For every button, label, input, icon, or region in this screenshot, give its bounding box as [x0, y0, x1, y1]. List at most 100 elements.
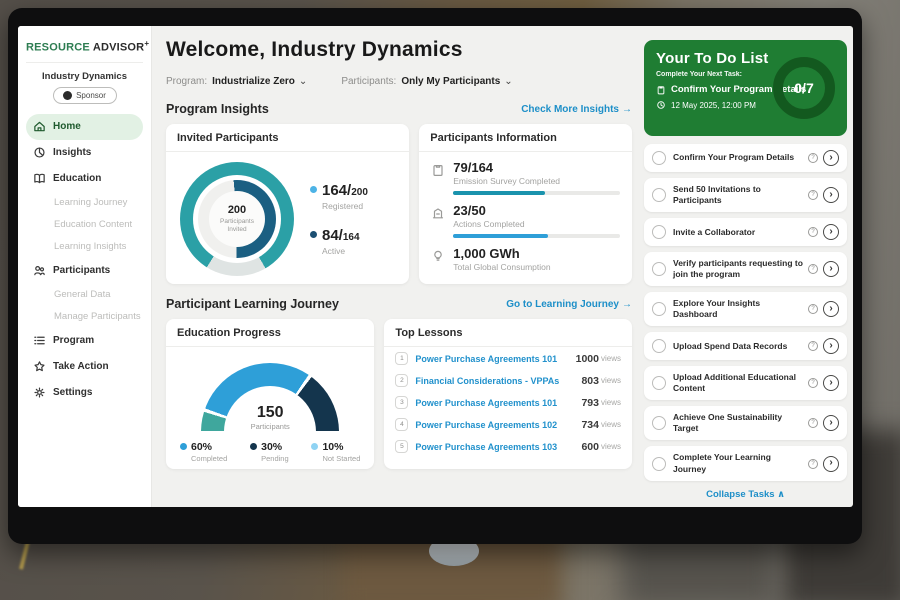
education-gauge-chart: 150 Participants [195, 359, 345, 431]
lesson-link[interactable]: Financial Considerations - VPPAs [415, 376, 581, 386]
task-row[interactable]: Send 50 Invitations to Participants ? › [644, 178, 847, 212]
sidebar-item-education[interactable]: Education [26, 166, 143, 192]
info-icon[interactable]: ? [808, 190, 818, 200]
task-checkbox[interactable] [652, 302, 666, 316]
chevron-right-button[interactable]: › [823, 375, 839, 391]
sidebar-item-participants[interactable]: Participants [26, 258, 143, 284]
task-checkbox[interactable] [652, 457, 666, 471]
legend-dot [250, 443, 257, 450]
chevron-right-button[interactable]: › [823, 150, 839, 166]
sidebar-item-learning-journey[interactable]: Learning Journey [26, 192, 143, 214]
legend-pct: 30% [261, 441, 289, 453]
insights-icon [33, 146, 46, 159]
lesson-link[interactable]: Power Purchase Agreements 101 [415, 398, 581, 408]
progress-track [453, 234, 620, 238]
sidebar-item-settings[interactable]: Settings [26, 380, 143, 406]
sponsor-badge[interactable]: Sponsor [53, 87, 117, 104]
lesson-views: 600 [581, 441, 599, 453]
action-icon [33, 360, 46, 373]
chevron-right-button[interactable]: › [823, 415, 839, 431]
info-icon[interactable]: ? [808, 153, 818, 163]
task-list: Confirm Your Program Details ? › Send 50… [644, 144, 847, 481]
task-row[interactable]: Invite a Collaborator ? › [644, 218, 847, 246]
stat-label: Total Global Consumption [453, 262, 620, 272]
collapse-tasks-link[interactable]: Collapse Tasks ∧ [644, 489, 847, 500]
sidebar: RESOURCE ADVISOR+ Industry Dynamics Spon… [18, 26, 152, 507]
info-icon[interactable]: ? [808, 341, 818, 351]
monitor-bezel: RESOURCE ADVISOR+ Industry Dynamics Spon… [8, 8, 862, 544]
info-icon[interactable]: ? [808, 227, 818, 237]
sidebar-item-program[interactable]: Program [26, 328, 143, 354]
sidebar-item-insights[interactable]: Insights [26, 140, 143, 166]
sidebar-item-manage-participants[interactable]: Manage Participants [26, 306, 143, 328]
gear-icon [33, 386, 46, 399]
sidebar-item-label: Insights [53, 147, 91, 158]
task-checkbox[interactable] [652, 225, 666, 239]
task-label: Upload Additional Educational Content [673, 372, 803, 394]
arrow-right-icon: → [622, 104, 632, 115]
task-checkbox[interactable] [652, 262, 666, 276]
sidebar-item-learning-insights[interactable]: Learning Insights [26, 236, 143, 258]
chevron-right-button[interactable]: › [823, 187, 839, 203]
progress-track [453, 191, 620, 195]
chevron-right-button[interactable]: › [823, 338, 839, 354]
building-icon [431, 206, 445, 220]
participants-filter-label: Participants: [341, 76, 396, 87]
todo-panel: Your To Do List Complete Your Next Task:… [644, 26, 853, 507]
program-filter[interactable]: Program:Industrialize Zero⌄ [166, 71, 307, 89]
chevron-down-icon: ⌄ [299, 76, 307, 87]
sidebar-item-general-data[interactable]: General Data [26, 284, 143, 306]
lesson-row: 2 Financial Considerations - VPPAs 803vi… [384, 369, 632, 391]
chevron-right-button[interactable]: › [823, 301, 839, 317]
donut-center-value: 200 [228, 204, 246, 216]
info-icon[interactable]: ? [808, 378, 818, 388]
gauge-center-value: 150 [195, 404, 345, 422]
clock-icon [656, 100, 666, 110]
task-checkbox[interactable] [652, 416, 666, 430]
legend-pct: 10% [322, 441, 360, 453]
task-row[interactable]: Complete Your Learning Journey ? › [644, 446, 847, 480]
sidebar-item-take-action[interactable]: Take Action [26, 354, 143, 380]
task-row[interactable]: Upload Spend Data Records ? › [644, 332, 847, 360]
info-icon[interactable]: ? [808, 264, 818, 274]
org-name: Industry Dynamics [26, 71, 143, 82]
task-row[interactable]: Achieve One Sustainability Target ? › [644, 406, 847, 440]
chevron-right-button[interactable]: › [823, 456, 839, 472]
go-to-learning-journey-link[interactable]: Go to Learning Journey→ [506, 299, 632, 310]
check-more-insights-link[interactable]: Check More Insights→ [521, 104, 632, 115]
people-icon [33, 264, 46, 277]
task-row[interactable]: Verify participants requesting to join t… [644, 252, 847, 286]
legend-registered: 164/200 Registered [310, 182, 368, 211]
lesson-link[interactable]: Power Purchase Agreements 102 [415, 420, 581, 430]
chevron-right-button[interactable]: › [823, 261, 839, 277]
invited-participants-card: Invited Participants 200 Participants In… [166, 124, 409, 284]
info-icon[interactable]: ? [808, 418, 818, 428]
list-icon [33, 334, 46, 347]
logo-plus: + [144, 39, 149, 48]
legend-label: Not Started [322, 454, 360, 463]
legend-dot [310, 231, 317, 238]
task-checkbox[interactable] [652, 188, 666, 202]
task-checkbox[interactable] [652, 376, 666, 390]
lesson-link[interactable]: Power Purchase Agreements 103 [415, 442, 581, 452]
task-checkbox[interactable] [652, 151, 666, 165]
info-icon[interactable]: ? [808, 459, 818, 469]
insights-card-row: Invited Participants 200 Participants In… [166, 124, 632, 284]
participants-filter[interactable]: Participants:Only My Participants⌄ [341, 71, 512, 89]
task-row[interactable]: Confirm Your Program Details ? › [644, 144, 847, 172]
info-icon[interactable]: ? [808, 304, 818, 314]
stat-value: 1,000 GWh [453, 246, 620, 261]
task-checkbox[interactable] [652, 339, 666, 353]
dashboard-screen: RESOURCE ADVISOR+ Industry Dynamics Spon… [18, 26, 853, 507]
sidebar-item-education-content[interactable]: Education Content [26, 214, 143, 236]
chevron-right-button[interactable]: › [823, 224, 839, 240]
views-suffix: views [601, 442, 621, 451]
task-row[interactable]: Explore Your Insights Dashboard ? › [644, 292, 847, 326]
legend-pending: 30% Pending [250, 441, 289, 463]
legend-active: 84/164 Active [310, 227, 368, 256]
task-row[interactable]: Upload Additional Educational Content ? … [644, 366, 847, 400]
sidebar-item-home[interactable]: Home [26, 114, 143, 140]
stat-label: Actions Completed [453, 219, 620, 229]
progress-fill [453, 234, 548, 238]
lesson-link[interactable]: Power Purchase Agreements 101 [415, 354, 575, 364]
